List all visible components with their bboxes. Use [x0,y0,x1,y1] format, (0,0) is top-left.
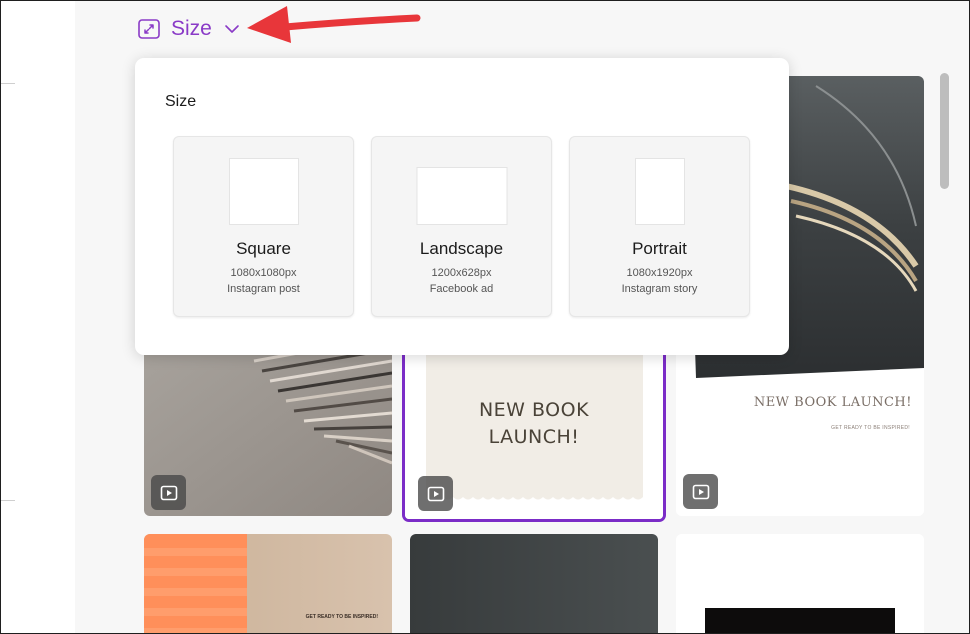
size-popover: Size Square 1080x1080px Instagram post L… [135,58,789,355]
option-name: Portrait [632,239,687,258]
option-use: Facebook ad [429,283,494,295]
template-subtitle: GET READY TO BE INSPIRED! [831,425,910,431]
divider [1,83,15,84]
template-headline: NEW BOOK LAUNCH! [753,395,912,410]
play-icon [160,485,177,500]
play-video-button[interactable] [151,475,186,510]
option-dimensions: 1080x1080px [230,267,297,279]
play-icon [427,486,444,501]
template-text: GET READY TO BE INSPIRED! [305,614,378,620]
annotation-arrow [247,6,421,43]
play-video-button[interactable] [418,476,453,511]
landscape-thumbnail [416,167,507,225]
option-dimensions: 1080x1920px [626,267,693,279]
card-background [410,534,658,633]
option-use: Instagram story [621,283,698,295]
play-video-button[interactable] [683,474,718,509]
template-headline: NEW BOOK LAUNCH! [478,399,590,448]
size-option-portrait[interactable]: Portrait 1080x1920px Instagram story [569,136,750,317]
size-label: Size [171,17,212,40]
play-icon [692,484,709,499]
option-name: Square [236,239,291,258]
app-window: NEW BOOK LAUNCH! NEW BOOK LAUNCH! GET RE… [0,0,970,634]
left-panel [1,1,75,633]
popover-title: Size [165,93,197,110]
card-background [676,534,924,633]
chevron-down-icon [225,25,239,33]
square-thumbnail [228,158,299,225]
template-card-inspired[interactable]: GET READY TO BE INSPIRED! [144,534,392,633]
template-card-photo-frame[interactable] [676,534,924,633]
template-card-dark[interactable] [410,534,658,633]
size-option-landscape[interactable]: Landscape 1200x628px Facebook ad [371,136,552,317]
template-card-books[interactable] [144,331,392,516]
scrollbar[interactable] [940,73,949,189]
divider [1,500,15,501]
option-use: Instagram post [227,283,300,295]
option-name: Landscape [419,239,504,258]
template-card-new-book-launch[interactable]: NEW BOOK LAUNCH! [402,331,666,522]
option-dimensions: 1200x628px [431,267,492,279]
size-option-square[interactable]: Square 1080x1080px Instagram post [173,136,354,317]
expand-icon [138,19,160,39]
size-dropdown-button[interactable]: Size [137,15,240,43]
portrait-thumbnail [634,158,685,225]
